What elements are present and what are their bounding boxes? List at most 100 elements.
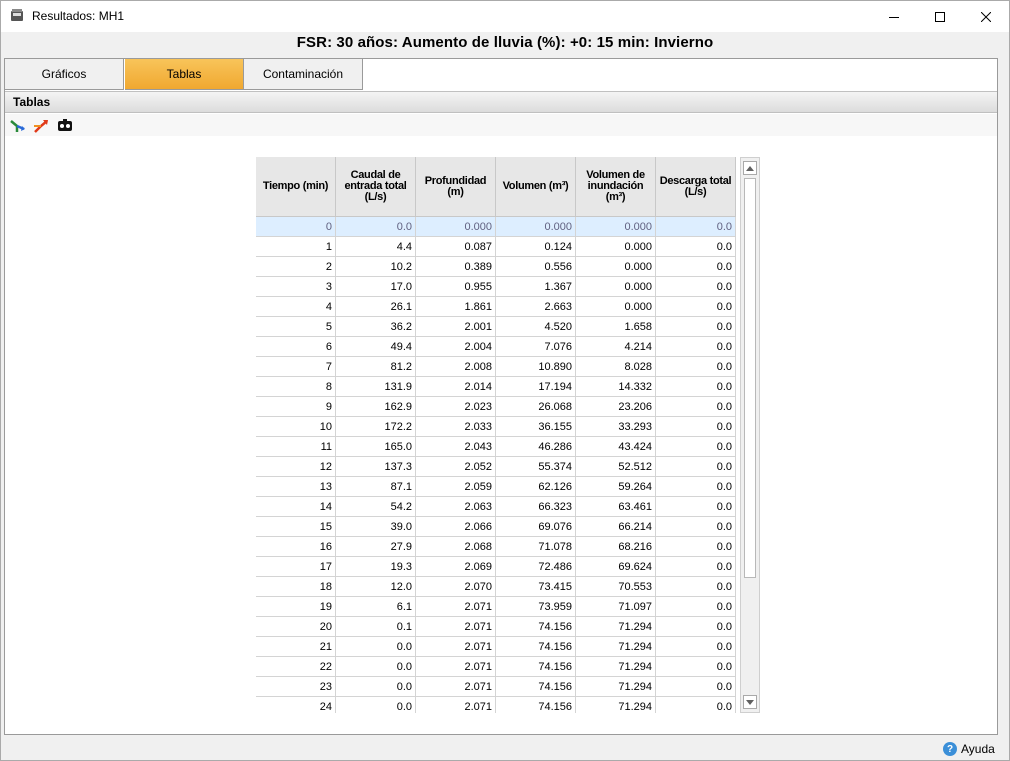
table-row[interactable]: 17 19.3 2.069 72.486 69.624 0.0 — [256, 557, 736, 577]
table-cell[interactable]: 6 — [256, 337, 336, 357]
column-header[interactable]: Volumen (m³) — [496, 157, 576, 217]
tab-tablas[interactable]: Tablas — [125, 59, 244, 90]
table-cell[interactable]: 0.0 — [656, 497, 736, 517]
table-cell[interactable]: 0.0 — [336, 677, 416, 697]
table-cell[interactable]: 16 — [256, 537, 336, 557]
table-cell[interactable]: 2.071 — [416, 697, 496, 713]
table-cell[interactable]: 0.000 — [576, 257, 656, 277]
table-cell[interactable]: 62.126 — [496, 477, 576, 497]
table-cell[interactable]: 74.156 — [496, 637, 576, 657]
table-cell[interactable]: 70.553 — [576, 577, 656, 597]
table-cell[interactable]: 0.0 — [656, 377, 736, 397]
table-cell[interactable]: 2.663 — [496, 297, 576, 317]
table-row[interactable]: 24 0.0 2.071 74.156 71.294 0.0 — [256, 697, 736, 713]
table-cell[interactable]: 24 — [256, 697, 336, 713]
column-header[interactable]: Descarga total (L/s) — [656, 157, 736, 217]
table-cell[interactable]: 68.216 — [576, 537, 656, 557]
table-cell[interactable]: 0.1 — [336, 617, 416, 637]
table-cell[interactable]: 2.008 — [416, 357, 496, 377]
table-cell[interactable]: 55.374 — [496, 457, 576, 477]
table-cell[interactable]: 2.071 — [416, 617, 496, 637]
tab-contaminacion[interactable]: Contaminación — [244, 59, 363, 90]
table-cell[interactable]: 71.294 — [576, 617, 656, 637]
table-cell[interactable]: 2.071 — [416, 597, 496, 617]
table-cell[interactable]: 0.000 — [576, 297, 656, 317]
table-cell[interactable]: 0.000 — [496, 217, 576, 237]
table-row[interactable]: 8 131.9 2.014 17.194 14.332 0.0 — [256, 377, 736, 397]
table-cell[interactable]: 2.070 — [416, 577, 496, 597]
table-cell[interactable]: 172.2 — [336, 417, 416, 437]
column-header[interactable]: Profundidad (m) — [416, 157, 496, 217]
table-cell[interactable]: 131.9 — [336, 377, 416, 397]
table-cell[interactable]: 0.000 — [416, 217, 496, 237]
table-cell[interactable]: 0.0 — [656, 557, 736, 577]
scroll-down-button[interactable] — [743, 695, 757, 709]
table-row[interactable]: 12 137.3 2.052 55.374 52.512 0.0 — [256, 457, 736, 477]
minimize-button[interactable] — [871, 1, 917, 32]
table-cell[interactable]: 2.071 — [416, 637, 496, 657]
table-cell[interactable]: 23.206 — [576, 397, 656, 417]
table-cell[interactable]: 33.293 — [576, 417, 656, 437]
table-row[interactable]: 2 10.2 0.389 0.556 0.000 0.0 — [256, 257, 736, 277]
table-cell[interactable]: 71.097 — [576, 597, 656, 617]
table-cell[interactable]: 59.264 — [576, 477, 656, 497]
table-cell[interactable]: 81.2 — [336, 357, 416, 377]
table-cell[interactable]: 4 — [256, 297, 336, 317]
network-icon[interactable] — [56, 117, 74, 135]
table-row[interactable]: 4 26.1 1.861 2.663 0.000 0.0 — [256, 297, 736, 317]
table-cell[interactable]: 49.4 — [336, 337, 416, 357]
table-cell[interactable]: 1.861 — [416, 297, 496, 317]
table-cell[interactable]: 11 — [256, 437, 336, 457]
table-cell[interactable]: 0.0 — [656, 297, 736, 317]
table-cell[interactable]: 36.155 — [496, 417, 576, 437]
table-cell[interactable]: 0.0 — [656, 577, 736, 597]
table-cell[interactable]: 7.076 — [496, 337, 576, 357]
table-cell[interactable]: 19 — [256, 597, 336, 617]
table-cell[interactable]: 0.0 — [336, 637, 416, 657]
scroll-up-button[interactable] — [743, 161, 757, 175]
table-cell[interactable]: 0.0 — [656, 397, 736, 417]
table-cell[interactable]: 66.214 — [576, 517, 656, 537]
table-cell[interactable]: 2.071 — [416, 657, 496, 677]
table-cell[interactable]: 23 — [256, 677, 336, 697]
table-row[interactable]: 22 0.0 2.071 74.156 71.294 0.0 — [256, 657, 736, 677]
table-row[interactable]: 11 165.0 2.043 46.286 43.424 0.0 — [256, 437, 736, 457]
table-cell[interactable]: 0.0 — [656, 657, 736, 677]
table-cell[interactable]: 73.415 — [496, 577, 576, 597]
table-cell[interactable]: 0.000 — [576, 217, 656, 237]
table-cell[interactable]: 0.0 — [656, 537, 736, 557]
table-cell[interactable]: 71.294 — [576, 657, 656, 677]
table-cell[interactable]: 66.323 — [496, 497, 576, 517]
table-cell[interactable]: 8 — [256, 377, 336, 397]
table-row[interactable]: 20 0.1 2.071 74.156 71.294 0.0 — [256, 617, 736, 637]
column-header[interactable]: Volumen de inundación (m³) — [576, 157, 656, 217]
table-cell[interactable]: 0.0 — [336, 217, 416, 237]
table-cell[interactable]: 2.069 — [416, 557, 496, 577]
table-cell[interactable]: 0.0 — [656, 277, 736, 297]
table-cell[interactable]: 2.068 — [416, 537, 496, 557]
table-cell[interactable]: 0.0 — [656, 437, 736, 457]
table-cell[interactable]: 0.000 — [576, 277, 656, 297]
table-cell[interactable]: 52.512 — [576, 457, 656, 477]
table-cell[interactable]: 5 — [256, 317, 336, 337]
table-cell[interactable]: 4.4 — [336, 237, 416, 257]
table-cell[interactable]: 0.0 — [656, 517, 736, 537]
table-cell[interactable]: 1.367 — [496, 277, 576, 297]
table-cell[interactable]: 2.063 — [416, 497, 496, 517]
table-cell[interactable]: 0 — [256, 217, 336, 237]
table-cell[interactable]: 0.124 — [496, 237, 576, 257]
table-cell[interactable]: 26.068 — [496, 397, 576, 417]
table-cell[interactable]: 69.624 — [576, 557, 656, 577]
table-cell[interactable]: 2.033 — [416, 417, 496, 437]
table-cell[interactable]: 0.000 — [576, 237, 656, 257]
table-cell[interactable]: 63.461 — [576, 497, 656, 517]
table-cell[interactable]: 74.156 — [496, 657, 576, 677]
table-cell[interactable]: 27.9 — [336, 537, 416, 557]
table-cell[interactable]: 4.214 — [576, 337, 656, 357]
table-cell[interactable]: 71.294 — [576, 697, 656, 713]
table-row[interactable]: 10 172.2 2.033 36.155 33.293 0.0 — [256, 417, 736, 437]
table-cell[interactable]: 13 — [256, 477, 336, 497]
outflow-icon[interactable] — [32, 117, 50, 135]
table-cell[interactable]: 3 — [256, 277, 336, 297]
table-cell[interactable]: 4.520 — [496, 317, 576, 337]
